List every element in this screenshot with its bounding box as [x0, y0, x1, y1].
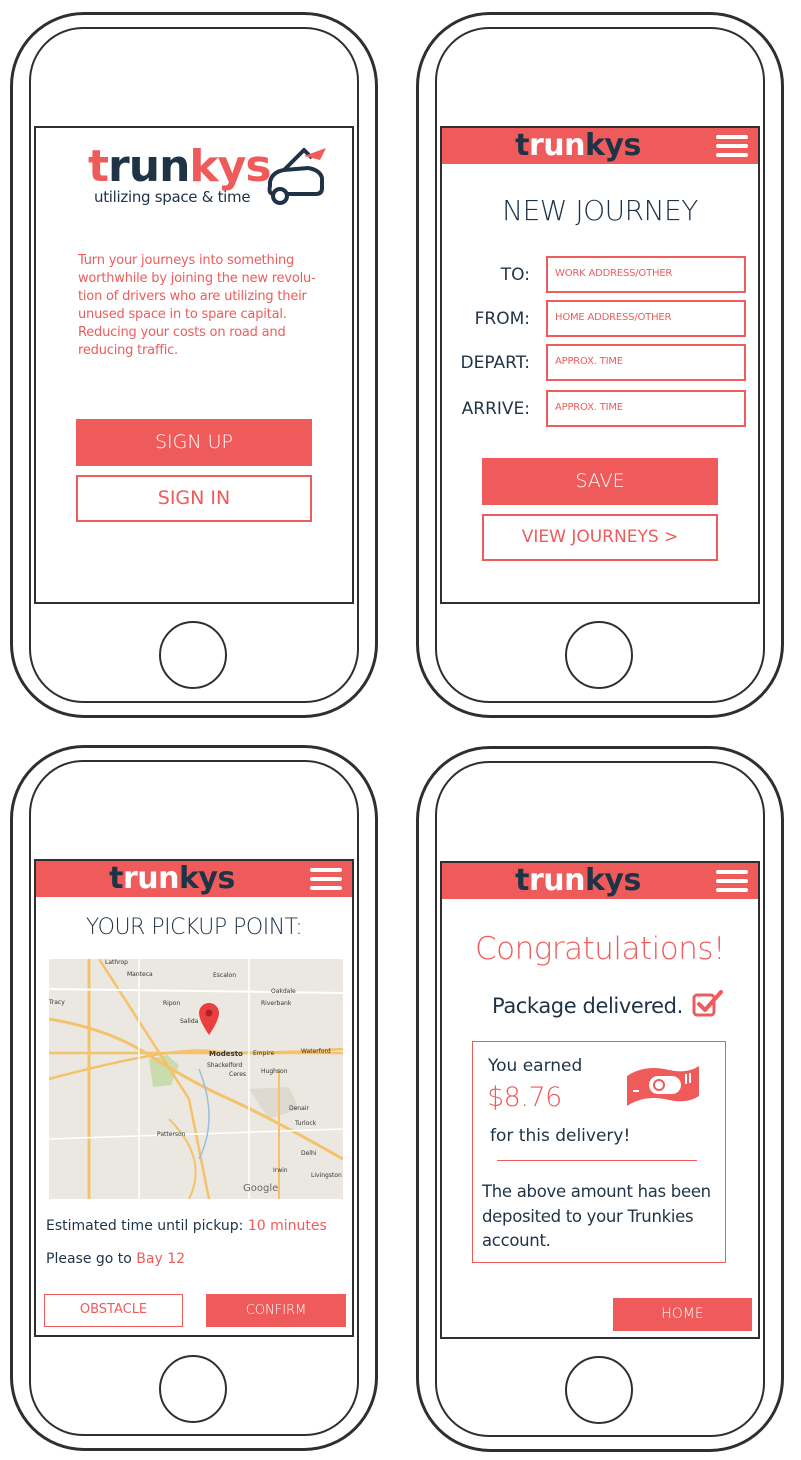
- map-label-livingston: Livingston: [311, 1172, 342, 1179]
- card-divider: [497, 1160, 697, 1161]
- deposit-text: The above amount has been deposited to y…: [482, 1182, 711, 1250]
- map-google-attribution: Google: [243, 1183, 279, 1194]
- map-label-escalon: Escalon: [213, 972, 237, 979]
- logo-tagline: utilizing space & time: [94, 188, 251, 206]
- map-label-empire: Empire: [253, 1050, 275, 1057]
- home-hardware-button[interactable]: [159, 1355, 227, 1423]
- app-header: trunkys: [36, 861, 352, 897]
- header-logo: trunkys: [515, 128, 641, 163]
- to-input[interactable]: WORK ADDRESS/OTHER: [546, 256, 746, 293]
- map-label-tracy: Tracy: [49, 999, 65, 1006]
- map-label-salida: Salida: [180, 1018, 199, 1025]
- home-hardware-button[interactable]: [565, 1356, 633, 1424]
- delivered-text: Package delivered.: [492, 994, 683, 1018]
- delivered-line: Package delivered.: [492, 989, 724, 1018]
- to-label: TO:: [500, 265, 530, 285]
- map-label-ceres: Ceres: [229, 1071, 247, 1078]
- money-bill-icon: [627, 1066, 699, 1106]
- map-label-shackelford: Shackelford: [207, 1062, 243, 1069]
- page-title: YOUR PICKUP POINT:: [85, 915, 303, 940]
- menu-icon[interactable]: [716, 870, 748, 892]
- save-button[interactable]: SAVE: [482, 458, 718, 505]
- menu-icon[interactable]: [310, 868, 342, 890]
- for-delivery-label: for this delivery!: [490, 1126, 631, 1146]
- go-label: Please go to: [46, 1251, 132, 1267]
- app-header: trunkys: [442, 128, 758, 164]
- eta-line: Estimated time until pickup: 10 minutes: [46, 1218, 327, 1234]
- map-label-riverbank: Riverbank: [261, 1000, 292, 1007]
- earnings-card: You earned $8.76 for this delivery! The …: [472, 1041, 726, 1263]
- bay-value: Bay 12: [136, 1251, 186, 1267]
- congrats-title: Congratulations!: [475, 931, 725, 967]
- map-label-delhi: Delhi: [301, 1150, 317, 1157]
- map-label-ripon: Ripon: [163, 1000, 181, 1007]
- app-header: trunkys: [442, 863, 758, 899]
- map-pin-icon: [199, 1003, 219, 1035]
- signin-button[interactable]: SIGN IN: [76, 475, 312, 522]
- signup-button[interactable]: SIGN UP: [76, 419, 312, 466]
- eta-label: Estimated time until pickup:: [46, 1218, 244, 1234]
- checkbox-checked-icon: [692, 990, 723, 1017]
- menu-icon[interactable]: [716, 135, 748, 157]
- map-label-turlock: Turlock: [295, 1120, 317, 1127]
- map-label-hughson: Hughson: [261, 1068, 288, 1075]
- from-label: FROM:: [474, 309, 530, 329]
- map-label-oakdale: Oakdale: [271, 988, 296, 995]
- depart-label: DEPART:: [460, 353, 530, 373]
- screen-welcome: trunkys utilizing space & time Turn your…: [34, 126, 354, 604]
- depart-input[interactable]: APPROX. TIME: [546, 344, 746, 381]
- from-input[interactable]: HOME ADDRESS/OTHER: [546, 300, 746, 337]
- map-label-waterford: Waterford: [301, 1048, 331, 1055]
- bay-line: Please go to Bay 12: [46, 1251, 185, 1267]
- trunkys-logo: trunkys utilizing space & time: [88, 142, 328, 212]
- header-logo: trunkys: [109, 861, 235, 896]
- page-title: NEW JOURNEY: [502, 194, 698, 227]
- car-trunk-icon: [267, 148, 326, 205]
- intro-text: Turn your journeys into something worthw…: [78, 253, 316, 358]
- screen-pickup: trunkys YOUR PICKUP POINT: Lathrop Mante…: [34, 859, 354, 1337]
- confirm-button[interactable]: CONFIRM: [206, 1294, 346, 1327]
- earned-amount: $8.76: [487, 1082, 562, 1113]
- eta-value: 10 minutes: [247, 1218, 327, 1234]
- screen-congrats: trunkys Congratulations! Package deliver…: [440, 861, 760, 1339]
- obstacle-button[interactable]: OBSTACLE: [44, 1294, 183, 1327]
- map-label-modesto: Modesto: [209, 1050, 243, 1058]
- earned-label: You earned: [488, 1056, 583, 1076]
- header-logo: trunkys: [515, 863, 641, 898]
- map-label-irwin: Irwin: [273, 1167, 288, 1174]
- home-hardware-button[interactable]: [159, 621, 227, 689]
- map-label-lathrop: Lathrop: [105, 959, 128, 966]
- pickup-map[interactable]: Lathrop Manteca Escalon Oakdale Tracy Ri…: [49, 959, 343, 1199]
- home-hardware-button[interactable]: [565, 621, 633, 689]
- map-label-denair: Denair: [289, 1105, 309, 1112]
- map-label-manteca: Manteca: [127, 971, 153, 978]
- screen-new-journey: trunkys NEW JOURNEY TO: WORK ADDRESS/OTH…: [440, 126, 760, 604]
- map-label-patterson: Patterson: [157, 1131, 186, 1138]
- arrive-input[interactable]: APPROX. TIME: [546, 390, 746, 427]
- arrive-label: ARRIVE:: [461, 399, 530, 419]
- home-button[interactable]: HOME: [613, 1298, 752, 1331]
- view-journeys-button[interactable]: VIEW JOURNEYS >: [482, 514, 718, 561]
